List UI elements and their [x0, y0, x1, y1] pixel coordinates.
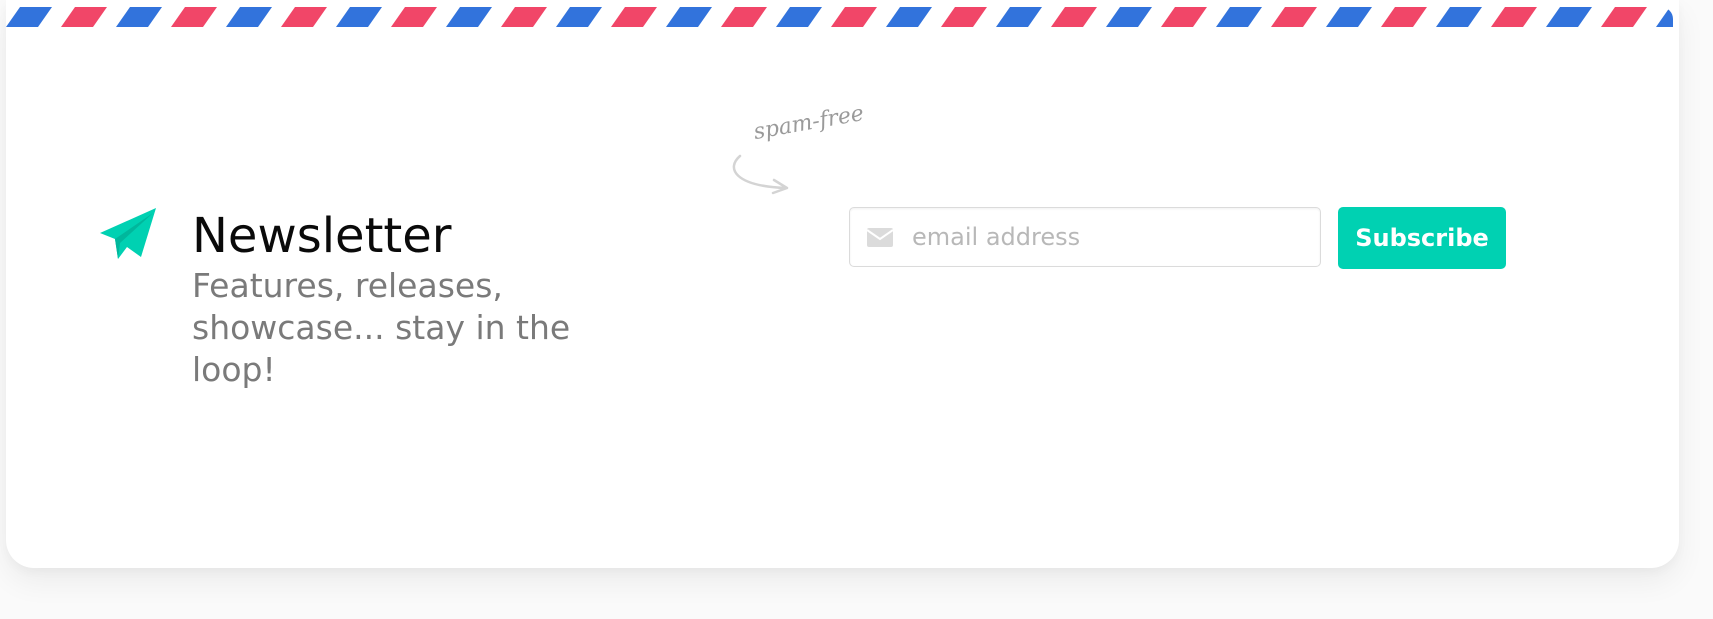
airmail-border [6, 7, 1673, 27]
airmail-stripe [336, 7, 382, 27]
airmail-stripe [1216, 7, 1262, 27]
airmail-stripe [6, 7, 52, 27]
airmail-stripe [1381, 7, 1427, 27]
airmail-stripe [391, 7, 437, 27]
airmail-stripe [941, 7, 987, 27]
airmail-stripe [721, 7, 767, 27]
airmail-stripe [61, 7, 107, 27]
airmail-stripes [6, 7, 1673, 27]
airmail-stripe [1656, 7, 1673, 27]
airmail-stripe [1601, 7, 1647, 27]
newsletter-subtitle: Features, releases, showcase... stay in … [192, 266, 571, 389]
airmail-stripe [1326, 7, 1372, 27]
airmail-stripe [281, 7, 327, 27]
curved-arrow-icon [732, 154, 789, 195]
airmail-stripe [776, 7, 822, 27]
airmail-stripe [501, 7, 547, 27]
airmail-stripe [116, 7, 162, 27]
paper-plane-icon [98, 207, 160, 263]
airmail-stripe [1161, 7, 1207, 27]
spam-free-note: spam-free [726, 101, 876, 212]
newsletter-card: Newsletter Features, releases, showcase.… [6, 0, 1679, 568]
airmail-stripe [1106, 7, 1152, 27]
airmail-stripe [171, 7, 217, 27]
airmail-stripe [1491, 7, 1537, 27]
email-field[interactable] [849, 207, 1321, 267]
airmail-stripe [1051, 7, 1097, 27]
airmail-stripe [996, 7, 1042, 27]
email-input[interactable] [912, 208, 1312, 266]
airmail-stripe [226, 7, 272, 27]
airmail-stripe [556, 7, 602, 27]
envelope-icon [867, 228, 893, 247]
airmail-stripe [611, 7, 657, 27]
spam-free-label: spam-free [751, 101, 866, 145]
airmail-stripe [666, 7, 712, 27]
airmail-stripe [1436, 7, 1482, 27]
airmail-stripe [886, 7, 932, 27]
airmail-stripe [1546, 7, 1592, 27]
subscribe-button[interactable]: Subscribe [1338, 207, 1506, 269]
airmail-stripe [831, 7, 877, 27]
airmail-stripe [446, 7, 492, 27]
airmail-stripe [1271, 7, 1317, 27]
newsletter-title: Newsletter [192, 208, 452, 264]
page: Newsletter Features, releases, showcase.… [0, 0, 1713, 619]
